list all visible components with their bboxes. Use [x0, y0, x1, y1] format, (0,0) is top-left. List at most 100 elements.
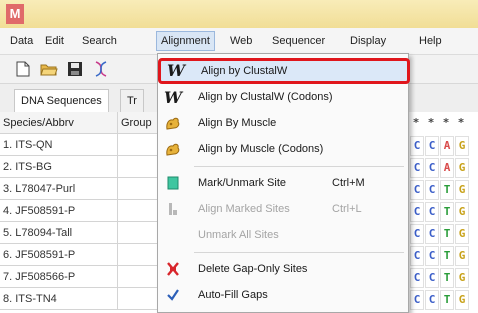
muscle-arm-icon [164, 140, 182, 158]
menu-item-label: Align by ClustalW (Codons) [198, 91, 333, 103]
menu-separator [194, 166, 404, 167]
group-cell[interactable] [118, 288, 158, 310]
clustalw-w-icon: W [164, 87, 182, 107]
sequence-base[interactable]: C [425, 290, 439, 310]
sequence-base[interactable]: C [410, 246, 424, 266]
menu-item-mark-unmark-site[interactable]: Mark/Unmark Site Ctrl+M [158, 172, 408, 194]
align-marked-icon [164, 200, 182, 218]
species-row[interactable]: 8. ITS-TN4 [0, 288, 118, 310]
menu-item-align-clustalw-codons[interactable]: W Align by ClustalW (Codons) [158, 86, 408, 108]
sequence-base[interactable]: G [455, 224, 469, 244]
delete-gap-icon [164, 260, 182, 278]
sequence-base[interactable]: T [440, 224, 454, 244]
sequence-alignment-area[interactable]: * * * * C C A G C C A G C C T G C C T G C C T G C C T G C C T G C C T G [406, 112, 478, 311]
sequence-base[interactable]: G [455, 246, 469, 266]
menu-web[interactable]: Web [226, 32, 256, 50]
sequence-base[interactable]: C [410, 268, 424, 288]
sequence-base[interactable]: T [440, 290, 454, 310]
menu-item-label: Mark/Unmark Site [198, 177, 287, 189]
open-folder-icon[interactable] [40, 60, 58, 78]
sequence-base[interactable]: T [440, 268, 454, 288]
menu-separator [194, 252, 404, 253]
sequence-base[interactable]: C [425, 246, 439, 266]
sequence-base[interactable]: C [410, 180, 424, 200]
group-cell[interactable] [118, 178, 158, 200]
sequence-base[interactable]: C [425, 136, 439, 156]
tab-trees[interactable]: Tr [120, 89, 144, 112]
group-cell[interactable] [118, 244, 158, 266]
menu-item-auto-fill-gaps[interactable]: Auto-Fill Gaps [158, 284, 408, 306]
mark-site-icon [164, 174, 182, 192]
sequence-base[interactable]: C [410, 158, 424, 178]
conservation-mark: * [457, 116, 465, 129]
dna-helix-icon[interactable] [92, 60, 110, 78]
group-cell[interactable] [118, 222, 158, 244]
menu-sequencer[interactable]: Sequencer [268, 32, 329, 50]
menu-item-label: Align by ClustalW [201, 65, 288, 77]
group-cell[interactable] [118, 134, 158, 156]
species-row[interactable]: 4. JF508591-P [0, 200, 118, 222]
menu-display[interactable]: Display [346, 32, 390, 50]
menu-item-align-marked-sites[interactable]: Align Marked Sites Ctrl+L [158, 198, 408, 220]
sequence-base[interactable]: A [440, 158, 454, 178]
menu-item-unmark-all-sites[interactable]: Unmark All Sites [158, 224, 408, 246]
conservation-mark: * [442, 116, 450, 129]
species-row[interactable]: 5. L78094-Tall [0, 222, 118, 244]
menu-search[interactable]: Search [78, 32, 121, 50]
app-logo-icon[interactable]: M [6, 4, 24, 24]
species-row[interactable]: 6. JF508591-P [0, 244, 118, 266]
sequence-base[interactable]: C [425, 158, 439, 178]
sequence-base[interactable]: C [425, 224, 439, 244]
sequence-base[interactable]: G [455, 180, 469, 200]
checkmark-icon [164, 286, 182, 304]
species-row[interactable]: 3. L78047-Purl [0, 178, 118, 200]
sequence-base[interactable]: T [440, 180, 454, 200]
group-cell[interactable] [118, 266, 158, 288]
menu-edit[interactable]: Edit [41, 32, 68, 50]
clustalw-w-icon: W [167, 60, 185, 80]
tab-dna-sequences[interactable]: DNA Sequences [14, 89, 109, 112]
menu-item-label: Align by Muscle (Codons) [198, 143, 324, 155]
menu-help[interactable]: Help [415, 32, 446, 50]
menu-item-label: Unmark All Sites [198, 229, 279, 241]
menu-alignment[interactable]: Alignment [156, 31, 215, 51]
sequence-base[interactable]: C [425, 180, 439, 200]
alignment-dropdown-menu: W Align by ClustalW W Align by ClustalW … [157, 53, 410, 313]
sequence-base[interactable]: A [440, 136, 454, 156]
menu-item-align-muscle-codons[interactable]: Align by Muscle (Codons) [158, 138, 408, 160]
species-row[interactable]: 7. JF508566-P [0, 266, 118, 288]
menu-item-align-clustalw[interactable]: W Align by ClustalW [158, 58, 410, 84]
sequence-base[interactable]: C [425, 202, 439, 222]
menu-item-label: Delete Gap-Only Sites [198, 263, 308, 275]
new-file-icon[interactable] [14, 60, 32, 78]
species-row[interactable]: 2. ITS-BG [0, 156, 118, 178]
menu-item-shortcut: Ctrl+L [332, 203, 362, 215]
sequence-base[interactable]: G [455, 290, 469, 310]
sequence-base[interactable]: C [410, 202, 424, 222]
sequence-base[interactable]: T [440, 202, 454, 222]
menu-item-delete-gap-only-sites[interactable]: Delete Gap-Only Sites [158, 258, 408, 280]
muscle-arm-icon [164, 114, 182, 132]
sequence-base[interactable]: G [455, 158, 469, 178]
group-cell[interactable] [118, 156, 158, 178]
menu-bar: Data Edit Search Alignment Web Sequencer… [0, 28, 478, 55]
sequence-base[interactable]: C [425, 268, 439, 288]
species-row[interactable]: 1. ITS-QN [0, 134, 118, 156]
menu-item-label: Align Marked Sites [198, 203, 290, 215]
sequence-base[interactable]: G [455, 202, 469, 222]
sequence-base[interactable]: C [410, 136, 424, 156]
column-header-species[interactable]: Species/Abbrv [0, 112, 118, 134]
menu-item-align-muscle[interactable]: Align By Muscle [158, 112, 408, 134]
conservation-mark: * [427, 116, 435, 129]
save-disk-icon[interactable] [66, 60, 84, 78]
column-header-group[interactable]: Group [118, 112, 158, 134]
menu-item-label: Auto-Fill Gaps [198, 289, 268, 301]
sequence-base[interactable]: G [455, 268, 469, 288]
group-cell[interactable] [118, 200, 158, 222]
sequence-base[interactable]: C [410, 290, 424, 310]
sequence-base[interactable]: G [455, 136, 469, 156]
sequence-base[interactable]: T [440, 246, 454, 266]
menu-data[interactable]: Data [6, 32, 37, 50]
title-bar: M [0, 0, 478, 28]
sequence-base[interactable]: C [410, 224, 424, 244]
